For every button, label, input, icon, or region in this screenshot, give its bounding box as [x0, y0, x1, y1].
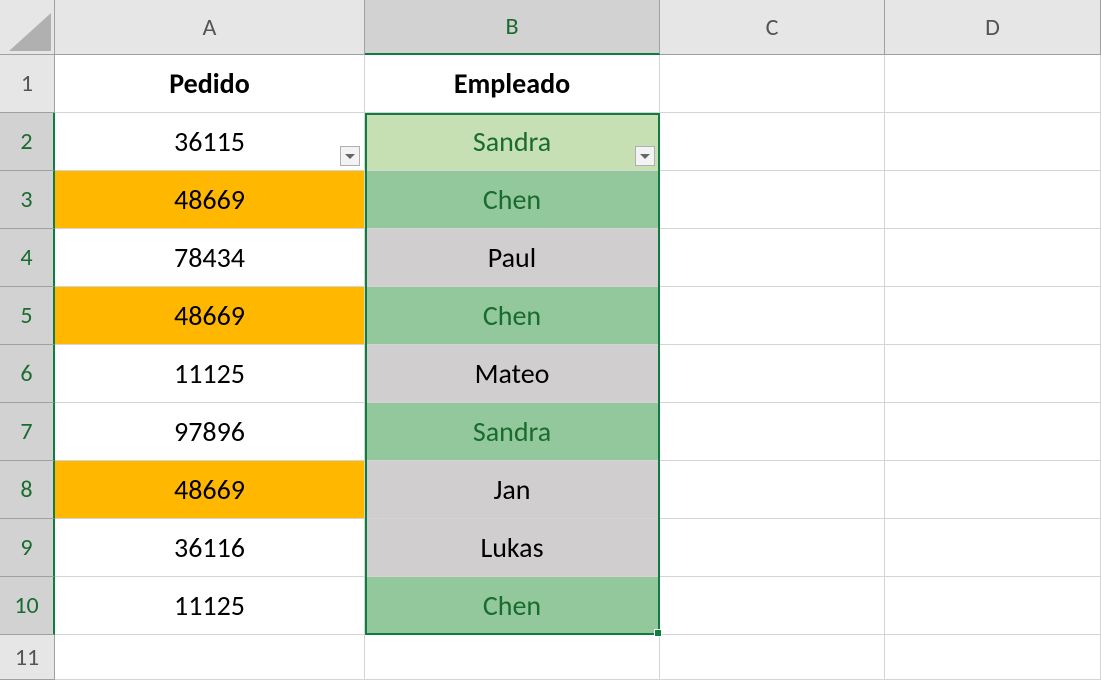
cell-D1[interactable]	[885, 55, 1101, 113]
cell-D9[interactable]	[885, 519, 1101, 577]
cell-A11[interactable]	[55, 635, 365, 680]
filter-dropdown-icon[interactable]	[635, 146, 655, 166]
cell-C1[interactable]	[660, 55, 885, 113]
cell-B10[interactable]: Chen	[365, 577, 660, 635]
cell-A1[interactable]: Pedido	[55, 55, 365, 113]
select-all-corner[interactable]	[0, 0, 55, 55]
cell-C6[interactable]	[660, 345, 885, 403]
cell-C7[interactable]	[660, 403, 885, 461]
cell-A8[interactable]: 48669	[55, 461, 365, 519]
row-header-7[interactable]: 7	[0, 403, 55, 461]
row-header-1[interactable]: 1	[0, 55, 55, 113]
cell-B1[interactable]: Empleado	[365, 55, 660, 113]
cell-A4[interactable]: 78434	[55, 229, 365, 287]
cell-C2[interactable]	[660, 113, 885, 171]
cell-B3[interactable]: Chen	[365, 171, 660, 229]
cell-C10[interactable]	[660, 577, 885, 635]
cell-D8[interactable]	[885, 461, 1101, 519]
row-header-8[interactable]: 8	[0, 461, 55, 519]
row-header-4[interactable]: 4	[0, 229, 55, 287]
cell-B8[interactable]: Jan	[365, 461, 660, 519]
cell-A9[interactable]: 36116	[55, 519, 365, 577]
spreadsheet-grid[interactable]: A B C D 1 Pedido Empleado 2 36115 Sandra…	[0, 0, 1101, 680]
cell-B9[interactable]: Lukas	[365, 519, 660, 577]
filter-dropdown-icon[interactable]	[340, 146, 360, 166]
row-header-11[interactable]: 11	[0, 635, 55, 680]
cell-A2[interactable]: 36115	[55, 113, 365, 171]
cell-D6[interactable]	[885, 345, 1101, 403]
cell-C11[interactable]	[660, 635, 885, 680]
cell-B2[interactable]: Sandra	[365, 113, 660, 171]
row-header-2[interactable]: 2	[0, 113, 55, 171]
cell-C8[interactable]	[660, 461, 885, 519]
row-header-10[interactable]: 10	[0, 577, 55, 635]
cell-value: Sandra	[473, 124, 551, 159]
cell-C4[interactable]	[660, 229, 885, 287]
cell-B5[interactable]: Chen	[365, 287, 660, 345]
cell-C3[interactable]	[660, 171, 885, 229]
cell-A7[interactable]: 97896	[55, 403, 365, 461]
cell-D2[interactable]	[885, 113, 1101, 171]
cell-D7[interactable]	[885, 403, 1101, 461]
cell-B7[interactable]: Sandra	[365, 403, 660, 461]
cell-D5[interactable]	[885, 287, 1101, 345]
row-header-9[interactable]: 9	[0, 519, 55, 577]
cell-value: 36115	[174, 124, 245, 159]
cell-B6[interactable]: Mateo	[365, 345, 660, 403]
col-header-D[interactable]: D	[885, 0, 1101, 55]
col-header-C[interactable]: C	[660, 0, 885, 55]
cell-D11[interactable]	[885, 635, 1101, 680]
col-header-A[interactable]: A	[55, 0, 365, 55]
cell-A5[interactable]: 48669	[55, 287, 365, 345]
cell-B11[interactable]	[365, 635, 660, 680]
cell-C9[interactable]	[660, 519, 885, 577]
cell-D3[interactable]	[885, 171, 1101, 229]
row-header-6[interactable]: 6	[0, 345, 55, 403]
cell-A6[interactable]: 11125	[55, 345, 365, 403]
cell-A3[interactable]: 48669	[55, 171, 365, 229]
cell-C5[interactable]	[660, 287, 885, 345]
row-header-5[interactable]: 5	[0, 287, 55, 345]
cell-D4[interactable]	[885, 229, 1101, 287]
cell-D10[interactable]	[885, 577, 1101, 635]
row-header-3[interactable]: 3	[0, 171, 55, 229]
cell-B4[interactable]: Paul	[365, 229, 660, 287]
cell-A10[interactable]: 11125	[55, 577, 365, 635]
col-header-B[interactable]: B	[365, 0, 660, 55]
